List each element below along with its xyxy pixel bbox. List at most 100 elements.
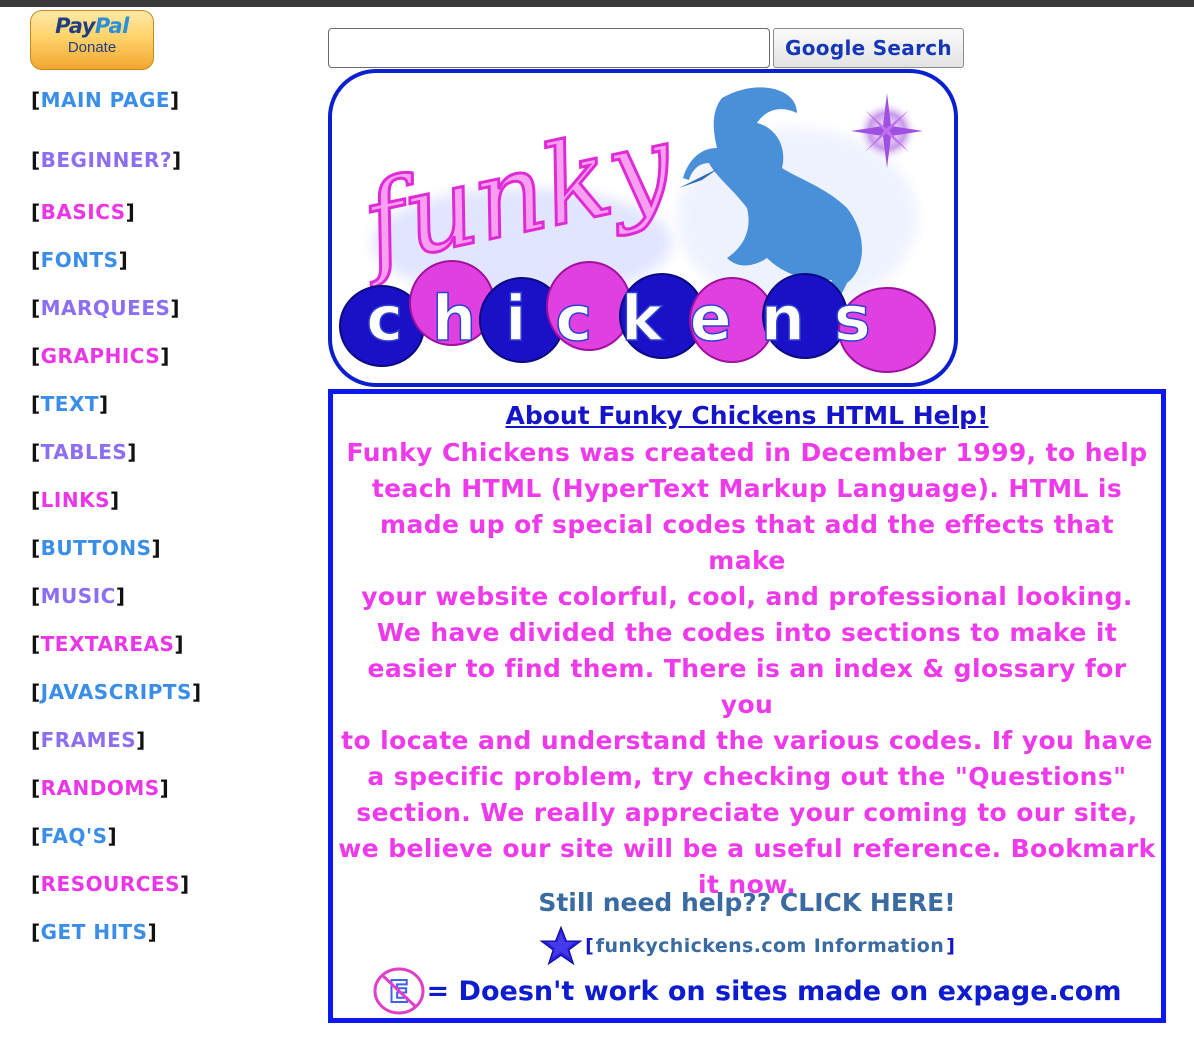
nav-link-text[interactable]: [TEXT]: [31, 392, 109, 416]
about-line: teach HTML (HyperText Markup Language). …: [371, 474, 1123, 503]
nav-bracket: [: [31, 148, 41, 172]
nav-bracket: [: [31, 248, 41, 272]
donate-label: Donate: [67, 39, 117, 56]
about-line: Funky Chickens was created in December 1…: [346, 438, 1148, 467]
bracket-close: ]: [946, 935, 955, 957]
about-line: We have divided the codes into sections …: [376, 618, 1118, 647]
nav-label: TEXTAREAS: [40, 632, 175, 656]
no-expage-icon: E: [373, 967, 425, 1015]
nav-link-textareas[interactable]: [TEXTAREAS]: [31, 632, 184, 656]
browser-top-strip: [0, 0, 1194, 7]
nav-bracket: [: [31, 344, 41, 368]
nav-bracket: ]: [170, 88, 180, 112]
google-search-button[interactable]: Google Search: [773, 28, 964, 68]
nav-label: JAVASCRIPTS: [40, 680, 192, 704]
nav-label: RESOURCES: [40, 872, 180, 896]
nav-bracket: ]: [136, 728, 146, 752]
nav-bracket: [: [31, 872, 41, 896]
nav-bracket: [: [31, 824, 41, 848]
nav-bracket: [: [31, 488, 41, 512]
info-row: [funkychickens.com Information]: [333, 926, 1161, 966]
nav-label: MUSIC: [40, 584, 116, 608]
chickens-text: chickens: [366, 282, 900, 355]
nav-bracket: ]: [160, 344, 170, 368]
nav-bracket: ]: [170, 296, 181, 320]
nav-link-graphics[interactable]: [GRAPHICS]: [31, 344, 170, 368]
nav-bracket: ]: [107, 824, 118, 848]
nav-bracket: ]: [127, 440, 137, 464]
nav-link-music[interactable]: [MUSIC]: [31, 584, 125, 608]
nav-bracket: [: [31, 440, 41, 464]
nav-link-links[interactable]: [LINKS]: [31, 488, 120, 512]
expage-note: = Doesn't work on sites made on expage.c…: [426, 975, 1122, 1007]
nav-link-fonts[interactable]: [FONTS]: [31, 248, 128, 272]
about-line: a specific problem, try checking out the…: [367, 762, 1127, 791]
nav-bracket: ]: [99, 392, 109, 416]
nav-link-javascripts[interactable]: [JAVASCRIPTS]: [31, 680, 202, 704]
nav-bracket: ]: [172, 148, 182, 172]
nav-label: MARQUEES: [40, 296, 171, 320]
nav-link-basics[interactable]: [BASICS]: [31, 200, 135, 224]
about-box: About Funky Chickens HTML Help! Funky Ch…: [328, 389, 1166, 1023]
nav-label: BASICS: [40, 200, 126, 224]
about-line: to locate and understand the various cod…: [341, 726, 1153, 755]
about-line: section. We really appreciate your comin…: [356, 798, 1138, 827]
nav-bracket: [: [31, 536, 41, 560]
nav-link-buttons[interactable]: [BUTTONS]: [31, 536, 161, 560]
funky-chickens-logo: funky chickens: [328, 69, 958, 387]
about-line: we believe our site will be a useful ref…: [338, 834, 1156, 863]
nav-label: TABLES: [40, 440, 128, 464]
nav-label: LINKS: [40, 488, 110, 512]
nav-bracket: ]: [109, 488, 120, 512]
nav-label: FAQ'S: [40, 824, 108, 848]
about-title[interactable]: About Funky Chickens HTML Help!: [333, 401, 1161, 430]
nav-bracket: [: [31, 296, 41, 320]
paypal-donate-button[interactable]: PayPal Donate: [30, 10, 154, 70]
nav-bracket: [: [31, 920, 41, 944]
nav-link-tables[interactable]: [TABLES]: [31, 440, 137, 464]
about-line: your website colorful, cool, and profess…: [361, 582, 1133, 611]
nav-bracket: ]: [118, 248, 129, 272]
expage-note-row: E = Doesn't work on sites made on expage…: [333, 966, 1161, 1016]
nav-link-main-page[interactable]: [MAIN PAGE]: [31, 88, 180, 112]
nav-label: FRAMES: [40, 728, 137, 752]
nav-bracket: [: [31, 680, 41, 704]
nav-label: TEXT: [40, 392, 100, 416]
nav-label: BEGINNER?: [40, 148, 173, 172]
nav-label: MAIN PAGE: [40, 88, 171, 112]
nav-bracket: ]: [180, 872, 190, 896]
nav-bracket: [: [31, 728, 41, 752]
about-body: Funky Chickens was created in December 1…: [337, 435, 1157, 903]
nav-bracket: ]: [159, 776, 170, 800]
nav-link-faq-s[interactable]: [FAQ'S]: [31, 824, 117, 848]
about-line: easier to find them. There is an index &…: [367, 654, 1127, 719]
nav-bracket: ]: [147, 920, 158, 944]
nav-bracket: [: [31, 392, 41, 416]
nav-label: GRAPHICS: [40, 344, 161, 368]
star-icon: [539, 926, 583, 966]
nav-label: GET HITS: [40, 920, 148, 944]
nav-label: RANDOMS: [40, 776, 160, 800]
nav-bracket: ]: [115, 584, 126, 608]
nav-bracket: [: [31, 776, 41, 800]
nav-bracket: [: [31, 584, 41, 608]
nav-link-resources[interactable]: [RESOURCES]: [31, 872, 190, 896]
nav-bracket: ]: [191, 680, 202, 704]
info-link[interactable]: funkychickens.com Information: [596, 935, 944, 957]
nav-label: FONTS: [40, 248, 119, 272]
nav-link-randoms[interactable]: [RANDOMS]: [31, 776, 169, 800]
nav-bracket: [: [31, 200, 41, 224]
paypal-logo: PayPal: [55, 14, 129, 38]
nav-bracket: [: [31, 632, 41, 656]
about-line: made up of special codes that add the ef…: [380, 510, 1114, 575]
bracket-open: [: [585, 935, 594, 957]
nav-link-marquees[interactable]: [MARQUEES]: [31, 296, 180, 320]
nav-bracket: [: [31, 88, 41, 112]
nav-link-beginner[interactable]: [BEGINNER?]: [31, 148, 182, 172]
search-input[interactable]: [328, 28, 770, 68]
nav-bracket: ]: [125, 200, 136, 224]
nav-link-frames[interactable]: [FRAMES]: [31, 728, 146, 752]
help-link[interactable]: Still need help?? CLICK HERE!: [333, 888, 1161, 917]
nav-link-get-hits[interactable]: [GET HITS]: [31, 920, 157, 944]
nav-label: BUTTONS: [40, 536, 152, 560]
